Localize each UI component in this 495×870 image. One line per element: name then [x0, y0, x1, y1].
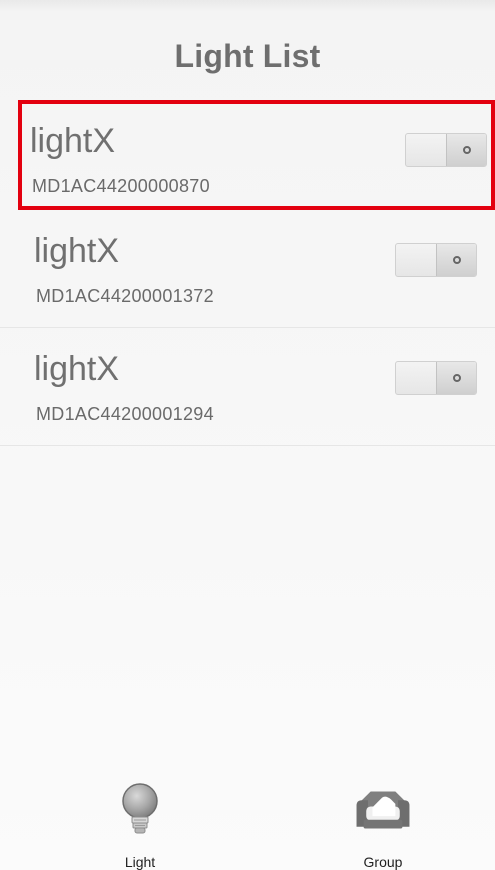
list-item[interactable]: lightX MD1AC44200000870 — [18, 100, 495, 210]
light-name: lightX — [34, 232, 120, 270]
light-power-toggle[interactable] — [395, 243, 477, 277]
toggle-knob — [436, 244, 476, 276]
off-indicator-icon — [452, 256, 461, 264]
app-header: Light List — [0, 0, 495, 95]
light-name: lightX — [34, 350, 120, 388]
group-sofa-icon — [353, 780, 413, 840]
list-item[interactable]: lightX MD1AC44200001294 — [0, 328, 495, 446]
toggle-knob — [436, 362, 476, 394]
light-power-toggle[interactable] — [405, 133, 487, 167]
tab-light-label: Light — [124, 854, 156, 870]
light-serial: MD1AC44200001372 — [36, 286, 214, 306]
light-power-toggle[interactable] — [395, 361, 477, 395]
tab-group[interactable]: Group — [313, 780, 453, 870]
light-serial: MD1AC44200000870 — [32, 176, 210, 196]
off-indicator-icon — [462, 146, 471, 154]
light-name: lightX — [30, 122, 116, 160]
list-item[interactable]: lightX MD1AC44200001372 — [0, 210, 495, 328]
off-indicator-icon — [452, 374, 461, 382]
light-list: lightX MD1AC44200000870 lightX MD1AC4420… — [0, 100, 495, 446]
tab-light[interactable]: Light — [70, 780, 210, 870]
bottom-navigation: Light Group — [0, 780, 495, 870]
light-bulb-icon — [110, 780, 170, 840]
toggle-knob — [446, 134, 486, 166]
tab-group-label: Group — [363, 854, 403, 870]
page-title: Light List — [174, 38, 321, 74]
light-serial: MD1AC44200001294 — [36, 404, 214, 424]
